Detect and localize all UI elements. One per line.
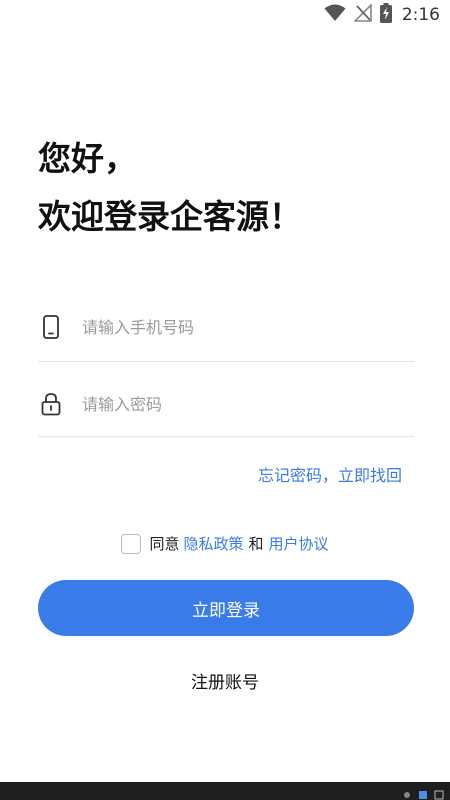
greeting-line-1: 您好， bbox=[38, 139, 137, 178]
agreement-checkbox[interactable] bbox=[121, 533, 142, 554]
password-divider bbox=[38, 436, 414, 437]
status-icons: 2:16 bbox=[324, 3, 440, 27]
battery-charging-icon bbox=[379, 3, 392, 27]
phone-divider bbox=[38, 361, 414, 362]
login-screen: 2:16 您好， 欢迎登录企客源！ 忘记密码，立即找回 bbox=[0, 0, 450, 800]
greeting-title: 您好， 欢迎登录企客源！ bbox=[38, 130, 302, 246]
wifi-icon bbox=[324, 4, 346, 26]
notification-icon bbox=[402, 785, 412, 798]
forgot-password-link[interactable]: 忘记密码，立即找回 bbox=[258, 462, 402, 486]
phone-icon bbox=[38, 313, 64, 341]
agreement-prefix: 同意 bbox=[149, 535, 180, 553]
window-icon bbox=[434, 785, 444, 800]
status-time: 2:16 bbox=[401, 5, 440, 25]
user-agreement-link[interactable]: 用户协议 bbox=[269, 533, 329, 554]
agreement-conjunction: 和 bbox=[248, 535, 264, 553]
status-bar: 2:16 bbox=[0, 0, 450, 30]
no-signal-icon bbox=[352, 3, 372, 26]
bottom-icons bbox=[402, 785, 444, 800]
phone-input[interactable] bbox=[80, 316, 404, 338]
lock-icon bbox=[38, 390, 64, 418]
login-button[interactable]: 立即登录 bbox=[38, 580, 414, 636]
app-icon bbox=[418, 785, 428, 799]
register-link[interactable]: 注册账号 bbox=[0, 668, 450, 693]
password-field-row bbox=[38, 380, 414, 428]
phone-field-row bbox=[38, 303, 414, 351]
privacy-policy-link[interactable]: 隐私政策 bbox=[183, 533, 243, 554]
password-input[interactable] bbox=[80, 393, 404, 415]
bottom-taskbar bbox=[0, 782, 450, 800]
greeting-line-2: 欢迎登录企客源！ bbox=[38, 197, 302, 236]
agreement-row: 同意 隐私政策 和 用户协议 bbox=[0, 533, 450, 554]
